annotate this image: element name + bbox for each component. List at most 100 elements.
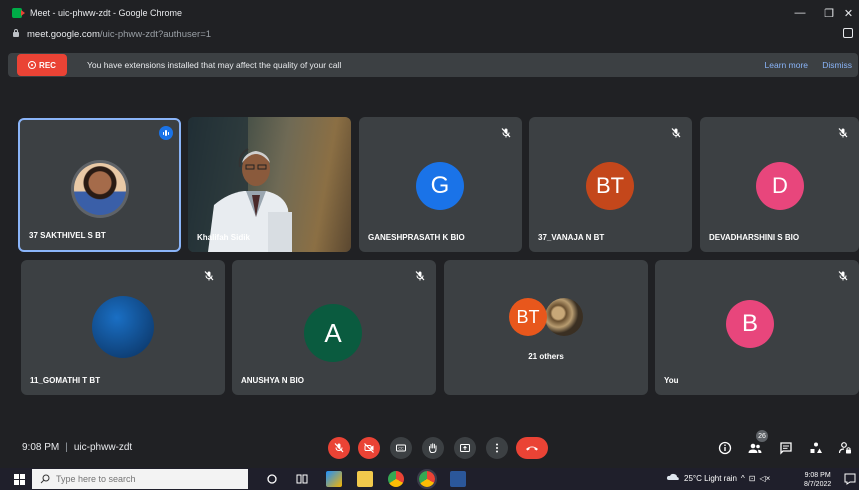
profile-photo [73, 163, 126, 215]
meeting-code: uic-phww-zdt [73, 442, 133, 453]
avatar-letter: BT [595, 173, 625, 198]
url-path: /uic-phww-zdt?authuser=1 [99, 28, 212, 40]
meeting-details: 9:08 PM | uic-phww-zdt [22, 442, 132, 453]
weather-widget[interactable]: 25°C Light rain ^ ⊡ ◁× [666, 473, 770, 483]
participant-tile-ganeshprasath[interactable]: G GANESHPRASATH K BIO [359, 117, 522, 252]
word-icon[interactable] [450, 471, 466, 487]
file-explorer-icon[interactable] [357, 471, 373, 487]
chrome-active-icon[interactable] [417, 469, 437, 489]
participant-name: 11_GOMATHI T BT [30, 376, 101, 385]
meeting-time: 9:08 PM [22, 442, 60, 453]
activities-button[interactable] [807, 439, 825, 457]
avatar-letter: D [772, 173, 788, 198]
participant-tile-gomathi[interactable]: 11_GOMATHI T BT [21, 260, 225, 395]
host-controls-button[interactable] [836, 439, 854, 457]
info-icon [718, 441, 732, 455]
search-input[interactable] [56, 474, 236, 484]
clock-time: 9:08 PM [804, 472, 831, 479]
url-host: meet.google.com [27, 28, 100, 40]
avatar-letter: G [430, 172, 450, 199]
meet-favicon-icon [12, 8, 25, 18]
toggle-camera-button[interactable] [358, 437, 380, 459]
windows-logo-icon [13, 473, 25, 485]
people-button[interactable] [746, 439, 764, 457]
present-screen-button[interactable] [454, 437, 476, 459]
taskbar-search[interactable] [32, 469, 248, 489]
participant-tile-others[interactable]: BT 21 others [444, 260, 648, 395]
people-icon [748, 443, 762, 453]
mic-off-icon [204, 271, 214, 281]
clock-date: 8/7/2022 [804, 481, 832, 488]
separator: | [65, 442, 68, 453]
camera-off-icon [364, 443, 374, 453]
present-icon [460, 444, 470, 452]
cortana-icon[interactable] [264, 471, 280, 487]
participant-name: 37_VANAJA N BT [538, 233, 605, 242]
taskbar-clock[interactable]: 9:08 PM 8/7/2022 [804, 471, 831, 489]
meeting-details-button[interactable] [716, 439, 734, 457]
lock-person-icon [838, 442, 851, 454]
extension-warning-bar: REC You have extensions installed that m… [8, 53, 858, 77]
avatar [70, 160, 129, 218]
mic-off-icon [415, 271, 425, 281]
learn-more-link[interactable]: Learn more [765, 60, 808, 70]
participant-tile-anushya[interactable]: A ANUSHYA N BIO [232, 260, 436, 395]
browser-title-bar: Meet - uic-phww-zdt - Google Chrome [0, 0, 859, 26]
dismiss-button[interactable]: Dismiss [822, 60, 852, 70]
avatar-letter: A [324, 317, 342, 348]
profile-photo [92, 296, 154, 358]
network-icon[interactable]: ⊡ [749, 474, 756, 483]
profile-photo [545, 298, 583, 336]
toggle-mic-button[interactable] [328, 437, 350, 459]
svg-text:CC: CC [398, 447, 404, 451]
open-in-window-icon[interactable] [843, 28, 853, 38]
window-title: Meet - uic-phww-zdt - Google Chrome [30, 8, 183, 18]
weather-text: 25°C Light rain [684, 473, 738, 483]
mic-off-icon [671, 128, 681, 138]
avatar-initial: B [726, 300, 774, 348]
raise-hand-button[interactable] [422, 437, 444, 459]
chat-button[interactable] [777, 439, 795, 457]
participant-tile-vanaja[interactable]: BT 37_VANAJA N BT [529, 117, 692, 252]
avatar-initial: BT [586, 162, 634, 210]
participant-tile-sakthivel[interactable]: 37 SAKTHIVEL S BT [18, 118, 181, 252]
mic-off-icon [838, 271, 848, 281]
more-vert-icon [496, 443, 498, 453]
minimize-icon: — [794, 7, 806, 19]
notifications-icon[interactable] [842, 471, 858, 487]
speaking-indicator-icon [159, 126, 173, 140]
close-window-button[interactable]: ✕ [838, 0, 859, 26]
avatar-initial: D [756, 162, 804, 210]
volume-icon[interactable]: ◁× [759, 474, 770, 483]
hang-up-icon [526, 446, 538, 451]
participant-name: GANESHPRASATH K BIO [368, 233, 465, 242]
participant-tile-devadharshini[interactable]: D DEVADHARSHINI S BIO [700, 117, 859, 252]
avatar-initial: BT [509, 298, 547, 336]
more-options-button[interactable] [486, 437, 508, 459]
chrome-icon[interactable] [388, 471, 404, 487]
meeting-controls-bar: 9:08 PM | uic-phww-zdt CC 26 [0, 420, 859, 468]
activities-icon [810, 442, 822, 453]
avatar-initial: A [304, 304, 362, 362]
avatar-initial: G [416, 162, 464, 210]
address-bar[interactable]: meet.google.com/uic-phww-zdt?authuser=1 [0, 26, 859, 42]
recording-indicator[interactable]: REC [17, 54, 67, 76]
task-view-icon[interactable] [294, 471, 310, 487]
participant-tile-khalifah[interactable]: Khalifah Sidik [188, 117, 351, 252]
record-icon [28, 61, 37, 69]
restore-icon: ❐ [824, 7, 834, 20]
chevron-up-icon[interactable]: ^ [741, 474, 745, 483]
chat-icon [780, 442, 792, 455]
cloud-rain-icon [666, 473, 679, 480]
others-count: 21 others [528, 352, 564, 361]
mic-off-icon [334, 443, 344, 453]
participant-name: You [664, 376, 679, 385]
participant-tile-you[interactable]: B You [655, 260, 859, 395]
captions-button[interactable]: CC [390, 437, 412, 459]
start-button[interactable] [8, 468, 30, 490]
search-icon [40, 474, 50, 484]
windows-taskbar: 25°C Light rain ^ ⊡ ◁× 9:08 PM 8/7/2022 [0, 468, 859, 490]
closed-captions-icon: CC [396, 444, 406, 452]
leave-call-button[interactable] [516, 437, 548, 459]
photos-app-icon[interactable] [326, 471, 342, 487]
